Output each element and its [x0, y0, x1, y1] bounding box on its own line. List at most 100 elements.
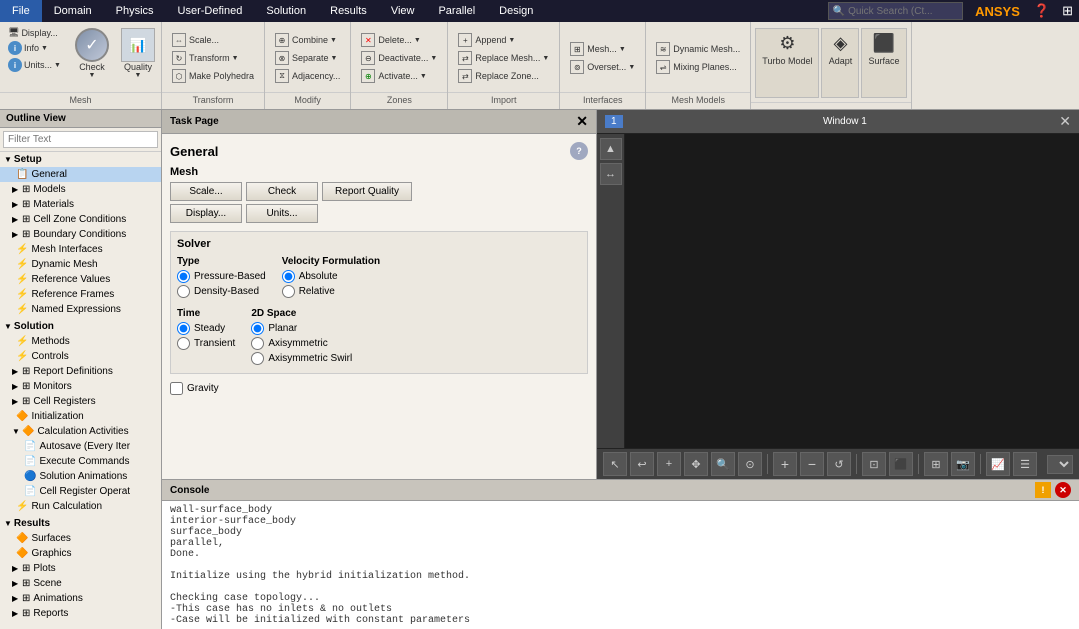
menu-parallel[interactable]: Parallel	[426, 0, 487, 22]
ribbon-check-btn[interactable]: ✓ Check ▼	[69, 24, 115, 83]
search-box[interactable]: 🔍	[828, 2, 963, 20]
tree-item-general[interactable]: 📋 General	[0, 167, 161, 182]
report-quality-btn[interactable]: Report Quality	[322, 182, 412, 201]
absolute-radio[interactable]: Absolute	[282, 270, 380, 283]
tree-item-report-defs[interactable]: ▶ ⊞ Report Definitions	[0, 364, 161, 379]
console-body[interactable]: wall-surface_body interior-surface_body …	[162, 501, 1079, 629]
menu-results[interactable]: Results	[318, 0, 379, 22]
tree-item-cell-zone[interactable]: ▶ ⊞ Cell Zone Conditions	[0, 212, 161, 227]
ribbon-mixing-planes-btn[interactable]: ⇌ Mixing Planes...	[652, 59, 744, 75]
tree-item-named-expr[interactable]: ⚡ Named Expressions	[0, 302, 161, 317]
tree-item-reference-values[interactable]: ⚡ Reference Values	[0, 272, 161, 287]
check-btn[interactable]: Check	[246, 182, 318, 201]
tb-zoom-in-btn[interactable]: +	[773, 452, 797, 476]
tree-item-monitors[interactable]: ▶ ⊞ Monitors	[0, 379, 161, 394]
tree-item-cell-reg-op[interactable]: 📄 Cell Register Operat	[0, 484, 161, 499]
units-btn[interactable]: Units...	[246, 204, 318, 223]
viewport-close-btn[interactable]: ✕	[1059, 113, 1071, 130]
planar-radio[interactable]: Planar	[251, 322, 352, 335]
tree-item-boundary[interactable]: ▶ ⊞ Boundary Conditions	[0, 227, 161, 242]
ribbon-adjacency-btn[interactable]: ⧖ Adjacency...	[271, 68, 344, 84]
tb-pan-btn[interactable]: ✥	[684, 452, 708, 476]
menu-design[interactable]: Design	[487, 0, 545, 22]
ribbon-separate-btn[interactable]: ⊗ Separate ▼	[271, 50, 344, 66]
relative-radio[interactable]: Relative	[282, 285, 380, 298]
tree-item-run-calc[interactable]: ⚡ Run Calculation	[0, 499, 161, 514]
tb-3d-view-btn[interactable]: ⬛	[889, 452, 913, 476]
tree-item-solution-anim[interactable]: 🔵 Solution Animations	[0, 469, 161, 484]
tree-item-surfaces[interactable]: 🔶 Surfaces	[0, 531, 161, 546]
ribbon-overset-btn[interactable]: ⊚ Overset... ▼	[566, 59, 639, 75]
steady-radio[interactable]: Steady	[177, 322, 235, 335]
task-panel-close[interactable]: ✕	[576, 113, 588, 130]
density-based-radio[interactable]: Density-Based	[177, 285, 266, 298]
ribbon-units-btn[interactable]: i Units... ▼	[4, 57, 65, 73]
viewport-side-btn-rotate[interactable]: ↔	[600, 163, 622, 185]
tree-item-graphics[interactable]: 🔶 Graphics	[0, 546, 161, 561]
ribbon-info-btn[interactable]: i Info ▼	[4, 40, 65, 56]
tree-item-dynamic-mesh[interactable]: ⚡ Dynamic Mesh	[0, 257, 161, 272]
tree-item-plots[interactable]: ▶ ⊞ Plots	[0, 561, 161, 576]
help-icon[interactable]: ❓	[1028, 0, 1056, 22]
ribbon-dynamic-mesh-btn[interactable]: ≋ Dynamic Mesh...	[652, 41, 744, 57]
tree-item-ref-frames[interactable]: ⚡ Reference Frames	[0, 287, 161, 302]
menu-physics[interactable]: Physics	[104, 0, 166, 22]
tb-box-zoom-btn[interactable]: ⊡	[862, 452, 886, 476]
ribbon-adapt-btn[interactable]: ◈ Adapt	[821, 28, 859, 98]
menu-view[interactable]: View	[379, 0, 427, 22]
tb-undo-btn[interactable]: ↩	[630, 452, 654, 476]
ribbon-deactivate-btn[interactable]: ⊖ Deactivate... ▼	[357, 50, 441, 66]
tree-item-mesh-interfaces[interactable]: ⚡ Mesh Interfaces	[0, 242, 161, 257]
ribbon-delete-btn[interactable]: ✕ Delete... ▼	[357, 32, 441, 48]
tree-item-materials[interactable]: ▶ ⊞ Materials	[0, 197, 161, 212]
tb-chart-btn[interactable]: 📈	[986, 452, 1010, 476]
ribbon-combine-btn[interactable]: ⊕ Combine ▼	[271, 32, 344, 48]
ribbon-replace-mesh-btn[interactable]: ⇄ Replace Mesh... ▼	[454, 50, 553, 66]
viewport-side-btn-cursor[interactable]: ▲	[600, 138, 622, 160]
ribbon-scale-btn[interactable]: ⇔ Scale...	[168, 32, 258, 48]
ribbon-replace-zone-btn[interactable]: ⇄ Replace Zone...	[454, 68, 553, 84]
viewport-select[interactable]: all	[1047, 455, 1073, 474]
tb-redo-btn[interactable]: +	[657, 452, 681, 476]
help-button[interactable]: ?	[570, 142, 588, 160]
search-input[interactable]	[848, 6, 958, 17]
ribbon-display-btn[interactable]: 🖥 Display...	[4, 26, 65, 39]
scale-btn[interactable]: Scale...	[170, 182, 242, 201]
tree-section-solution[interactable]: ▼ Solution	[0, 319, 161, 334]
ribbon-quality-btn[interactable]: 📊 Quality ▼	[115, 24, 161, 83]
tree-item-animations[interactable]: ▶ ⊞ Animations	[0, 591, 161, 606]
tree-item-scene[interactable]: ▶ ⊞ Scene	[0, 576, 161, 591]
pressure-based-radio[interactable]: Pressure-Based	[177, 270, 266, 283]
tree-item-autosave[interactable]: 📄 Autosave (Every Iter	[0, 439, 161, 454]
tree-item-methods[interactable]: ⚡ Methods	[0, 334, 161, 349]
tree-item-calc-activities[interactable]: ▼ 🔶 Calculation Activities	[0, 424, 161, 439]
tree-item-execute-cmd[interactable]: 📄 Execute Commands	[0, 454, 161, 469]
tb-frame-btn[interactable]: ⊞	[924, 452, 948, 476]
tree-item-initialization[interactable]: 🔶 Initialization	[0, 409, 161, 424]
tb-fit-btn[interactable]: ⊙	[738, 452, 762, 476]
ribbon-transform-btn[interactable]: ↻ Transform ▼	[168, 50, 258, 66]
display-btn[interactable]: Display...	[170, 204, 242, 223]
menu-solution[interactable]: Solution	[254, 0, 318, 22]
menu-user-defined[interactable]: User-Defined	[166, 0, 255, 22]
axisymmetric-radio[interactable]: Axisymmetric	[251, 337, 352, 350]
filter-input[interactable]	[3, 131, 158, 148]
tree-section-results[interactable]: ▼ Results	[0, 516, 161, 531]
ribbon-mesh-iface-btn[interactable]: ⊞ Mesh... ▼	[566, 41, 639, 57]
ribbon-append-btn[interactable]: + Append ▼	[454, 32, 553, 48]
axisymmetric-swirl-radio[interactable]: Axisymmetric Swirl	[251, 352, 352, 365]
window-icon[interactable]: ⊞	[1056, 0, 1079, 22]
tb-zoom-btn[interactable]: 🔍	[711, 452, 735, 476]
menu-file[interactable]: File	[0, 0, 42, 22]
tree-item-models[interactable]: ▶ ⊞ Models	[0, 182, 161, 197]
ribbon-polyhedra-btn[interactable]: ⬡ Make Polyhedra	[168, 68, 258, 84]
tree-item-controls[interactable]: ⚡ Controls	[0, 349, 161, 364]
tb-select-btn[interactable]: ↖	[603, 452, 627, 476]
gravity-checkbox[interactable]	[170, 382, 183, 395]
menu-domain[interactable]: Domain	[42, 0, 104, 22]
ribbon-turbo-btn[interactable]: ⚙ Turbo Model	[755, 28, 819, 98]
tb-zoom-out-btn[interactable]: −	[800, 452, 824, 476]
tb-menu-btn[interactable]: ☰	[1013, 452, 1037, 476]
tb-rotate-btn[interactable]: ↺	[827, 452, 851, 476]
tree-item-cell-registers[interactable]: ▶ ⊞ Cell Registers	[0, 394, 161, 409]
